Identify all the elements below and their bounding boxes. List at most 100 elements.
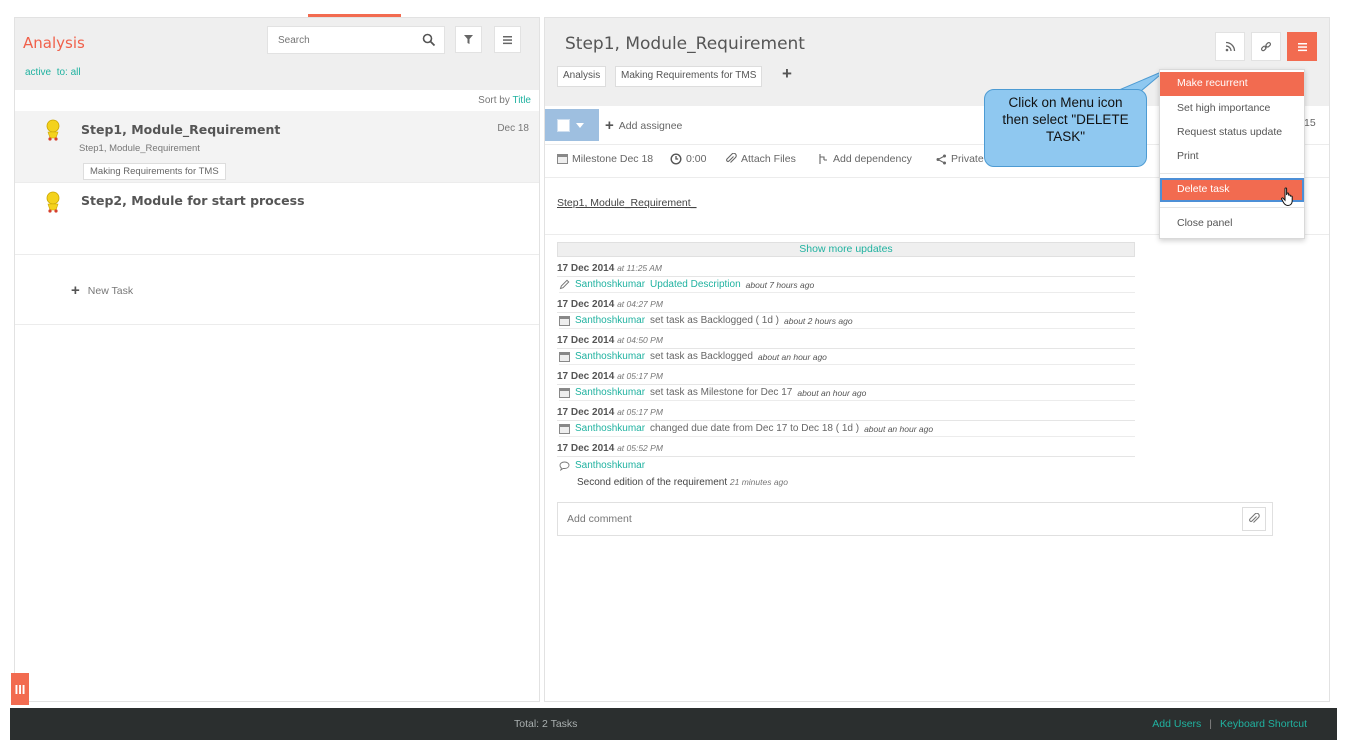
filter-active[interactable]: active [25,67,51,78]
update-date-text: 17 Dec 2014 [557,443,615,454]
task-menu-button[interactable] [1287,32,1317,61]
add-comment-box[interactable]: Add comment [557,502,1273,536]
show-more-updates-button[interactable]: Show more updates [557,242,1135,257]
time-label: 0:00 [686,153,707,165]
new-task-button[interactable]: + New Task [71,282,133,299]
status-footer: Total: 2 Tasks Add Users | Keyboard Shor… [10,708,1337,740]
update-entry: Santhoshkumar [559,460,1135,473]
update-user-link[interactable]: Santhoshkumar [575,387,645,398]
update-date: 17 Dec 2014 at 05:17 PM [557,371,1135,385]
privacy-button[interactable]: Private [936,153,984,165]
update-user-link[interactable]: Santhoshkumar [575,460,645,471]
update-action: changed due date from Dec 17 to Dec 18 (… [650,423,860,434]
update-date: 17 Dec 2014 at 04:50 PM [557,335,1135,349]
update-user-link[interactable]: Santhoshkumar [575,279,645,290]
add-folder-plus-icon[interactable]: + [782,64,792,84]
add-dependency-button[interactable]: Add dependency [818,153,912,165]
breadcrumb-folder[interactable]: Analysis [557,66,607,87]
update-user-link[interactable]: Santhoshkumar [575,315,645,326]
task-date: Dec 18 [497,123,529,134]
milestone-label: Milestone Dec 18 [572,153,654,165]
add-assignee-button[interactable]: + Add assignee [605,117,682,134]
hand-cursor-icon [1281,187,1293,207]
attach-files-label: Attach Files [741,153,796,165]
add-users-link[interactable]: Add Users [1152,718,1201,730]
filter-button[interactable] [455,26,482,53]
status-dropdown[interactable] [545,109,599,141]
search-box [267,26,445,54]
privacy-label: Private [951,153,984,165]
time-tracking-button[interactable]: 0:00 [670,153,706,165]
calendar-icon [559,351,570,362]
menu-divider [1160,207,1304,208]
menu-divider [1160,173,1304,174]
milestone-button[interactable]: Milestone Dec 18 [557,153,653,165]
update-time: at 04:27 PM [617,299,663,309]
update-entry: Santhoshkumar Updated Description about … [559,279,1135,293]
update-entry: Santhoshkumar set task as Backlogged ( 1… [559,315,1135,329]
filter-to[interactable]: to: all [57,67,81,78]
status-checkbox[interactable] [557,118,570,132]
rss-icon [1225,41,1235,52]
chevron-down-icon [576,122,584,128]
panel-toggle-button[interactable]: III [11,673,29,705]
update-date-text: 17 Dec 2014 [557,407,615,418]
menu-item-close-panel[interactable]: Close panel [1160,212,1304,236]
task-description[interactable]: Step1, Module_Requirement_ [557,197,697,209]
folder-title[interactable]: Analysis [23,34,85,52]
task-list-panel: Analysis active to: all Search Sort by T… [14,17,540,702]
calendar-icon [559,423,570,434]
search-icon[interactable] [422,33,436,47]
breadcrumb-parent[interactable]: Making Requirements for TMS [615,66,763,87]
update-user-link[interactable]: Santhoshkumar [575,351,645,362]
callout-line-3: TASK" [1045,129,1086,144]
rss-button[interactable] [1215,32,1245,61]
menu-item-make-recurrent[interactable]: Make recurrent [1160,72,1304,96]
task-detail-title[interactable]: Step1, Module_Requirement [565,34,805,54]
task-tag[interactable]: Making Requirements for TMS [83,163,226,180]
attach-files-button[interactable]: Attach Files [725,153,796,165]
keyboard-shortcut-link[interactable]: Keyboard Shortcut [1220,718,1307,730]
list-options-button[interactable] [494,26,521,53]
update-action-link[interactable]: Updated Description [650,279,741,290]
paperclip-icon [1249,513,1260,523]
update-action: set task as Milestone for Dec 17 [650,387,793,398]
new-task-label: New Task [87,284,134,297]
share-icon [936,154,946,164]
task-row[interactable]: Step1, Module_Requirement Step1, Module_… [15,111,539,183]
update-ago: about 7 hours ago [745,279,815,290]
task-subtitle: Step1, Module_Requirement [79,143,200,154]
update-date: 17 Dec 2014 at 04:27 PM [557,299,1135,313]
update-date: 17 Dec 2014 at 11:25 AM [557,263,1135,277]
update-time: at 11:25 AM [617,263,662,273]
menu-item-print[interactable]: Print [1160,145,1304,169]
sort-control[interactable]: Sort by Title [478,95,531,106]
search-input[interactable] [268,27,408,53]
task-title[interactable]: Step1, Module_Requirement [81,122,280,137]
paperclip-icon [726,153,737,163]
pencil-icon [559,279,570,290]
update-ago: about 2 hours ago [784,315,853,326]
comment-body: Second edition of the requirement 21 min… [577,477,788,488]
task-title[interactable]: Step2, Module for start process [81,193,305,208]
comment-attach-button[interactable] [1242,507,1266,531]
plus-icon: + [71,282,80,299]
plus-icon: + [605,117,614,134]
copy-link-button[interactable] [1251,32,1281,61]
clock-icon [670,153,682,165]
calendar-icon [557,154,568,164]
hamburger-icon [1297,42,1307,51]
avatar [46,119,60,141]
update-time: at 05:52 PM [617,443,663,453]
instruction-callout: Click on Menu icon then select "DELETE T… [984,89,1147,167]
menu-item-set-high-importance[interactable]: Set high importance [1160,97,1304,121]
update-date: 17 Dec 2014 at 05:52 PM [557,443,1135,457]
task-row[interactable]: Step2, Module for start process [15,183,539,255]
add-comment-input[interactable]: Add comment [567,513,632,525]
menu-item-request-status-update[interactable]: Request status update [1160,121,1304,145]
footer-links: Add Users | Keyboard Shortcut [1152,718,1307,730]
total-tasks-count: Total: 2 Tasks [514,718,578,730]
add-assignee-label: Add assignee [618,119,683,132]
sort-value[interactable]: Title [512,95,531,106]
update-user-link[interactable]: Santhoshkumar [575,423,645,434]
